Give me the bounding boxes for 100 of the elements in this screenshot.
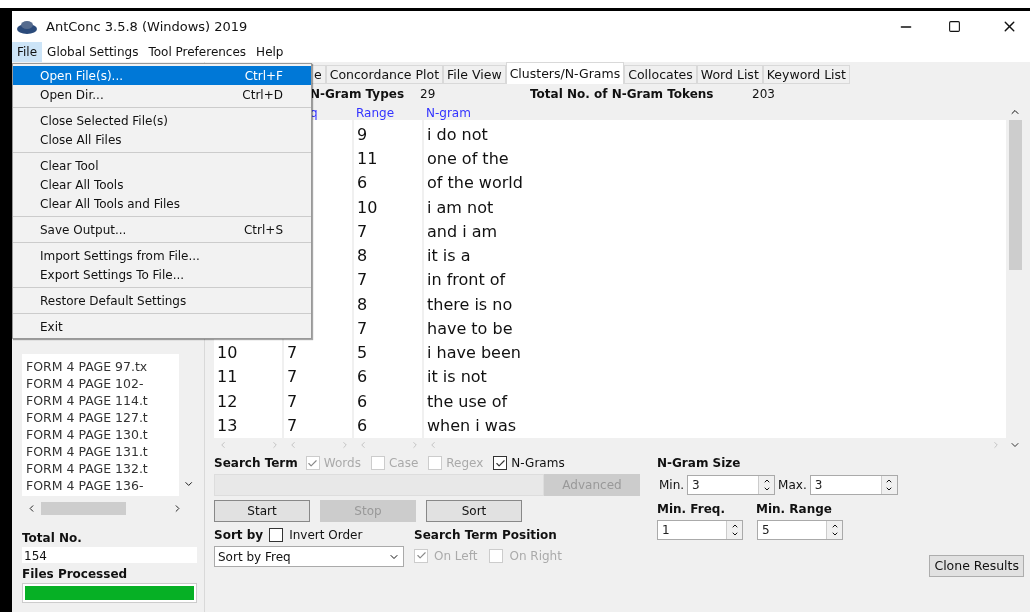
menu-entry[interactable]: Clear All Tools	[13, 175, 311, 194]
checkbox-label: N-Grams	[511, 455, 565, 472]
table-cell-text: 7	[356, 317, 369, 340]
total-value: 154	[22, 547, 197, 563]
checkbox-label: Words	[323, 455, 361, 472]
table-cell-text: 7	[286, 342, 299, 365]
corpus-file[interactable]: FORM 4 PAGE 114.t	[22, 392, 179, 409]
files-processed-label: Files Processed	[22, 566, 129, 583]
table-cell-text: 6	[356, 390, 369, 413]
corpus-file[interactable]: FORM 4 PAGE 131.t	[22, 443, 179, 460]
max-label: Max.	[778, 477, 807, 494]
table-cell-text: 7	[356, 220, 369, 243]
stat-value: 29	[420, 86, 437, 103]
min-range-label: Min. Range	[756, 501, 832, 518]
checkbox[interactable]	[269, 528, 284, 542]
table-cell-text: and i am	[426, 220, 499, 243]
table-cell-text: i have been	[426, 342, 522, 365]
table-cell-text: 11	[356, 148, 379, 171]
tab[interactable]: Word List	[696, 65, 763, 84]
spin-field[interactable]: 1	[657, 520, 743, 540]
clone-results-button[interactable]: Clone Results	[929, 555, 1024, 577]
table-cell-text: 5	[356, 342, 369, 365]
menu-item[interactable]: Help	[251, 42, 289, 62]
column-header[interactable]: Range	[354, 104, 424, 120]
menu-item[interactable]: File	[12, 42, 43, 62]
table-cell-text: 8	[356, 245, 369, 268]
spin-arrows-icon[interactable]	[826, 521, 842, 539]
table-cell-text: it is not	[426, 366, 488, 389]
table-cell-text: i am not	[426, 196, 495, 219]
sort-by-label: Sort by	[214, 527, 264, 544]
tab[interactable]: Clusters/N-Grams	[505, 62, 625, 84]
table-cell-text: i do not	[426, 124, 489, 146]
table-cell-text: 6	[356, 414, 369, 437]
scroll-right-icon[interactable]	[172, 502, 183, 514]
menu-item[interactable]: Global Settings	[42, 42, 144, 62]
tab[interactable]: File View	[443, 65, 506, 84]
spin-arrows-icon[interactable]	[758, 476, 775, 494]
checkbox[interactable]	[493, 456, 508, 470]
search-term-label: Search Term	[214, 455, 298, 472]
spin-field[interactable]: 5	[757, 520, 843, 540]
action-button[interactable]: Sort	[426, 500, 522, 522]
column-header[interactable]: N-gram	[424, 104, 471, 120]
menu-entry[interactable]: Clear All Tools and Files	[13, 194, 311, 213]
checkbox-label: On Right	[509, 547, 562, 565]
tab[interactable]: Concordance Plot	[325, 65, 444, 84]
menu-entry[interactable]: Open Dir... Ctrl+D	[13, 85, 311, 104]
scrollbar-thumb[interactable]	[1008, 120, 1022, 270]
min-label: Min.	[659, 477, 685, 494]
menu-item[interactable]: Tool Preferences	[143, 42, 252, 62]
table-cell-text: 11	[216, 366, 239, 389]
check-icon	[494, 457, 506, 469]
table-cell-text: there is no	[426, 293, 514, 316]
ant-logo-icon	[16, 18, 38, 35]
table-cell-text: have to be	[426, 317, 514, 340]
table-cell-text: of the world	[426, 172, 524, 195]
menu-entry[interactable]: Clear Tool	[13, 156, 311, 175]
table-cell-text: when i was	[426, 414, 518, 437]
min-freq-label: Min. Freq.	[657, 501, 726, 518]
corpus-file[interactable]: FORM 4 PAGE 127.t	[22, 409, 179, 426]
stat-label: N-Gram Types	[310, 86, 406, 103]
action-button[interactable]: Start	[214, 500, 310, 522]
corpus-file[interactable]: FORM 4 PAGE 132.t	[22, 460, 179, 477]
scrollbar-thumb[interactable]	[41, 501, 126, 515]
maximize-icon[interactable]	[948, 20, 961, 33]
table-cell-text: one of the	[426, 148, 510, 171]
window-title: AntConc 3.5.8 (Windows) 2019	[46, 17, 248, 36]
search-field[interactable]	[214, 474, 544, 496]
table-cell-text: it is a	[426, 245, 472, 268]
tab[interactable]: Keyword List	[762, 65, 850, 84]
checkbox-label: Regex	[446, 455, 484, 472]
table-cell-text: 6	[356, 366, 369, 389]
menu-entry[interactable]: Import Settings from File...	[13, 246, 311, 265]
table-cell-text: 10	[216, 342, 239, 365]
menu-entry[interactable]: Close All Files	[13, 130, 311, 149]
corpus-file[interactable]: FORM 4 PAGE 136-	[22, 477, 179, 494]
spin-field[interactable]: 3	[809, 475, 898, 495]
menu-entry[interactable]: Restore Default Settings	[13, 291, 311, 310]
spin-arrows-icon[interactable]	[726, 521, 742, 539]
table-cell-text: 9	[356, 124, 369, 146]
spin-field[interactable]: 3	[687, 475, 776, 495]
menu-entry[interactable]: Open File(s)... Ctrl+F	[13, 66, 311, 85]
table-cell-text: 10	[356, 196, 379, 219]
menu-entry[interactable]: Save Output... Ctrl+S	[13, 220, 311, 239]
menu-entry[interactable]: Exit	[13, 317, 311, 336]
menu-entry[interactable]: Export Settings To File...	[13, 265, 311, 284]
stat-label: Total No. of N-Gram Tokens	[530, 86, 715, 103]
table-cell-text: 6	[356, 172, 369, 195]
stat-value: 203	[752, 86, 775, 103]
table-cell-text: the use of	[426, 390, 509, 413]
ngram-size-label: N-Gram Size	[657, 455, 742, 472]
menu-entry[interactable]: Close Selected File(s)	[13, 111, 311, 130]
table-cell-text: 7	[286, 414, 299, 437]
sort-dropdown[interactable]: Sort by Freq	[214, 546, 404, 567]
tab[interactable]: Collocates	[624, 65, 697, 84]
spin-arrows-icon[interactable]	[880, 476, 897, 494]
table-cell-text: 7	[286, 366, 299, 389]
corpus-file[interactable]: FORM 4 PAGE 97.tx	[22, 358, 179, 375]
table-cell-text: 13	[216, 414, 239, 437]
corpus-file[interactable]: FORM 4 PAGE 102-	[22, 375, 179, 392]
corpus-file[interactable]: FORM 4 PAGE 130.t	[22, 426, 179, 443]
